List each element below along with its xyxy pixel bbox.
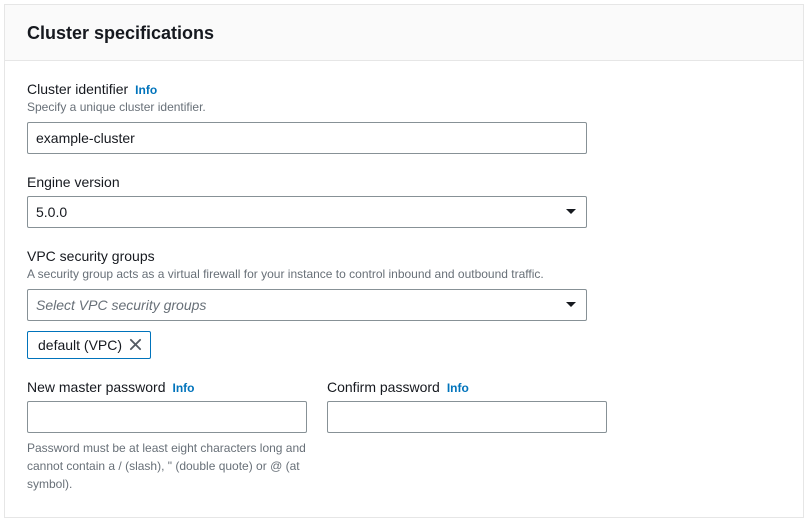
new-master-password-info-link[interactable]: Info <box>173 381 195 395</box>
new-master-password-input[interactable] <box>27 401 307 433</box>
cluster-identifier-field: Cluster identifier Info Specify a unique… <box>27 81 781 154</box>
panel-title: Cluster specifications <box>27 23 781 44</box>
new-master-password-field: New master password Info Password must b… <box>27 379 307 493</box>
engine-version-select[interactable]: 5.0.0 <box>27 196 587 228</box>
cluster-identifier-input[interactable] <box>27 122 587 154</box>
cluster-specifications-panel: Cluster specifications Cluster identifie… <box>4 4 804 518</box>
new-master-password-constraint: Password must be at least eight characte… <box>27 439 307 493</box>
token-remove-button[interactable] <box>129 338 142 351</box>
confirm-password-field: Confirm password Info <box>327 379 607 493</box>
confirm-password-label: Confirm password <box>327 379 440 395</box>
security-group-token: default (VPC) <box>27 331 151 359</box>
cluster-identifier-hint: Specify a unique cluster identifier. <box>27 99 781 116</box>
panel-header: Cluster specifications <box>5 5 803 61</box>
vpc-security-groups-hint: A security group acts as a virtual firew… <box>27 266 781 283</box>
engine-version-value: 5.0.0 <box>27 196 587 228</box>
security-group-token-label: default (VPC) <box>38 337 122 353</box>
cluster-identifier-label: Cluster identifier <box>27 81 128 97</box>
close-icon <box>129 338 142 351</box>
cluster-identifier-info-link[interactable]: Info <box>135 83 157 97</box>
vpc-security-groups-field: VPC security groups A security group act… <box>27 248 781 359</box>
vpc-security-groups-select[interactable]: Select VPC security groups <box>27 289 587 321</box>
vpc-security-groups-placeholder: Select VPC security groups <box>27 289 587 321</box>
confirm-password-info-link[interactable]: Info <box>447 381 469 395</box>
panel-body: Cluster identifier Info Specify a unique… <box>5 61 803 517</box>
engine-version-field: Engine version 5.0.0 <box>27 174 781 228</box>
vpc-security-groups-label: VPC security groups <box>27 248 155 264</box>
engine-version-label: Engine version <box>27 174 120 190</box>
vpc-security-groups-tokens: default (VPC) <box>27 331 781 359</box>
password-row: New master password Info Password must b… <box>27 379 781 493</box>
new-master-password-label: New master password <box>27 379 166 395</box>
confirm-password-input[interactable] <box>327 401 607 433</box>
